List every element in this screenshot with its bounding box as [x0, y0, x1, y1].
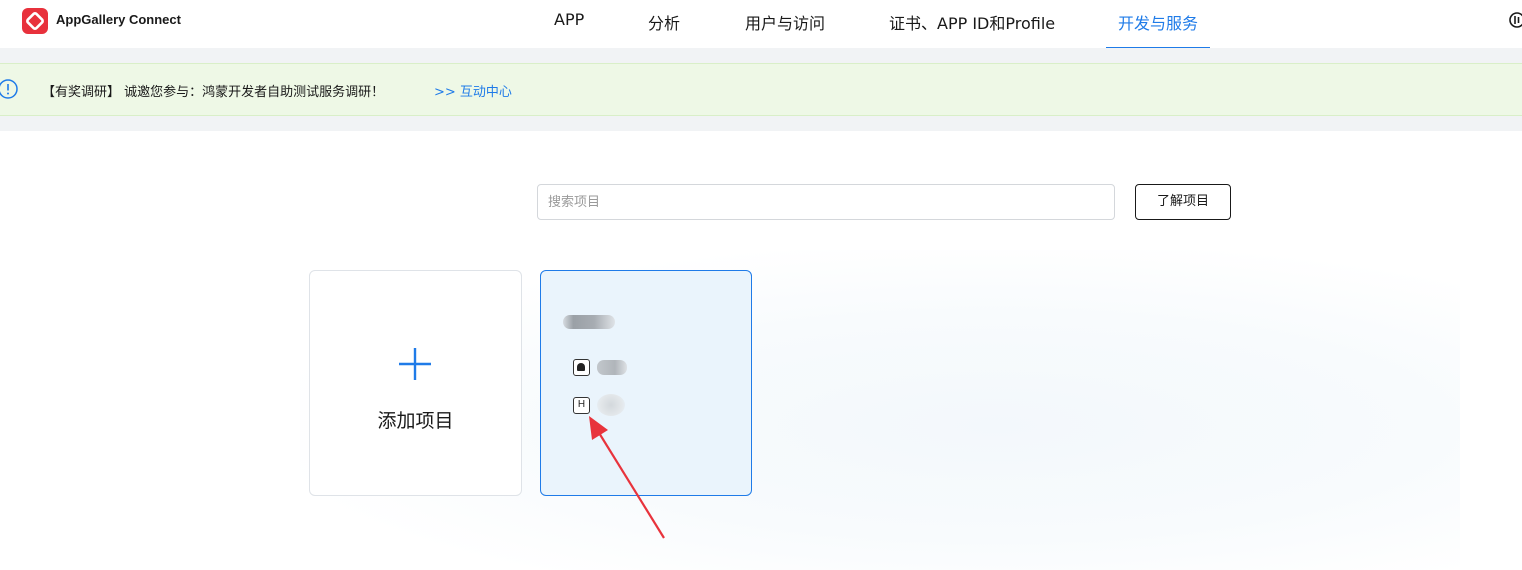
nav-analytics[interactable]: 分析	[648, 10, 680, 34]
add-project-card[interactable]: 添加项目	[309, 270, 522, 496]
android-app-name-redacted[interactable]	[597, 360, 627, 375]
annotation-arrow-icon	[589, 416, 665, 539]
add-project-label: 添加项目	[377, 410, 454, 432]
notice-text: 【有奖调研】 诚邀您参与：鸿蒙开发者自助测试服务调研！	[42, 85, 385, 100]
android-icon	[573, 359, 590, 376]
info-icon	[0, 79, 18, 99]
appgallery-logo-icon[interactable]	[22, 8, 48, 34]
notice-banner: 【有奖调研】 诚邀您参与：鸿蒙开发者自助测试服务调研！ >> 互动中心	[0, 63, 1522, 116]
power-icon[interactable]	[1508, 11, 1522, 29]
nav-certificates[interactable]: 证书、APP ID和Profile	[889, 10, 1055, 34]
project-name-redacted	[563, 315, 615, 329]
nav-app[interactable]: APP	[554, 10, 584, 29]
brand-name[interactable]: AppGallery Connect	[56, 12, 181, 27]
header-divider-band	[0, 48, 1522, 63]
interaction-center-link[interactable]: >> 互动中心	[434, 81, 512, 100]
top-header: AppGallery Connect APP 分析 用户与访问 证书、APP I…	[0, 0, 1522, 49]
plus-icon	[399, 348, 431, 380]
notice-divider-band	[0, 116, 1522, 131]
nav-users-access[interactable]: 用户与访问	[745, 10, 825, 34]
search-project-input[interactable]	[537, 184, 1115, 220]
nav-develop-services[interactable]: 开发与服务	[1118, 10, 1198, 34]
learn-project-button[interactable]: 了解项目	[1135, 184, 1231, 220]
